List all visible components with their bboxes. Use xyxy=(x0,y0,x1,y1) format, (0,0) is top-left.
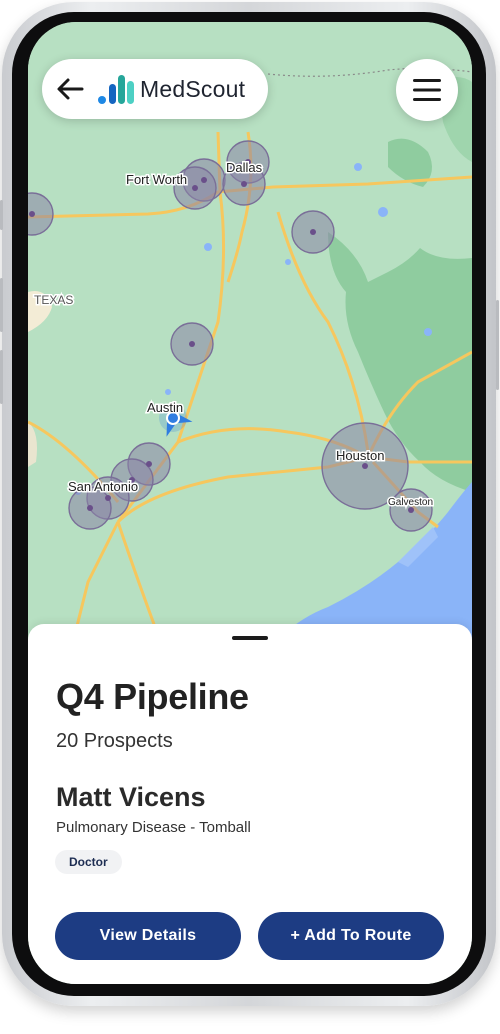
prospect-specialty: Pulmonary Disease - Tomball xyxy=(56,819,251,836)
app-screen: Fort Worth Dallas TEXAS Austin San Anton… xyxy=(28,22,472,984)
map-label-dallas: Dallas xyxy=(226,160,263,175)
lake xyxy=(285,259,291,265)
header-brand-pill: MedScout xyxy=(42,59,268,119)
side-button-left-low xyxy=(0,350,3,404)
map-label-fort-worth: Fort Worth xyxy=(126,172,187,187)
map-label-galveston: Galveston xyxy=(388,497,433,508)
map-label-houston: Houston xyxy=(336,448,384,463)
lake xyxy=(204,243,212,251)
medscout-logo-icon xyxy=(98,75,134,104)
prospect-type-badge: Doctor xyxy=(55,850,122,874)
map-label-austin: Austin xyxy=(147,400,183,415)
side-button-left-mid xyxy=(0,278,3,332)
lake xyxy=(354,163,362,171)
map-label-san-antonio: San Antonio xyxy=(68,479,138,494)
view-details-button[interactable]: View Details xyxy=(55,912,241,960)
prospect-name: Matt Vicens xyxy=(56,782,206,812)
arrow-left-icon[interactable] xyxy=(54,73,86,105)
prospect-count: 20 Prospects xyxy=(56,730,173,752)
hamburger-menu-icon xyxy=(413,79,441,101)
add-to-route-button[interactable]: + Add To Route xyxy=(258,912,444,960)
lake xyxy=(424,328,432,336)
menu-button[interactable] xyxy=(396,59,458,121)
side-button-left-upper xyxy=(0,200,3,230)
brand-name: MedScout xyxy=(140,76,246,102)
prospect-bottom-sheet[interactable]: Q4 Pipeline 20 Prospects Matt Vicens Pul… xyxy=(28,624,472,984)
sheet-drag-handle[interactable] xyxy=(232,636,268,640)
map-label-texas: TEXAS xyxy=(34,293,73,307)
lake xyxy=(165,389,171,395)
side-button-right xyxy=(496,300,499,390)
pipeline-title: Q4 Pipeline xyxy=(56,676,249,717)
lake xyxy=(378,207,388,217)
